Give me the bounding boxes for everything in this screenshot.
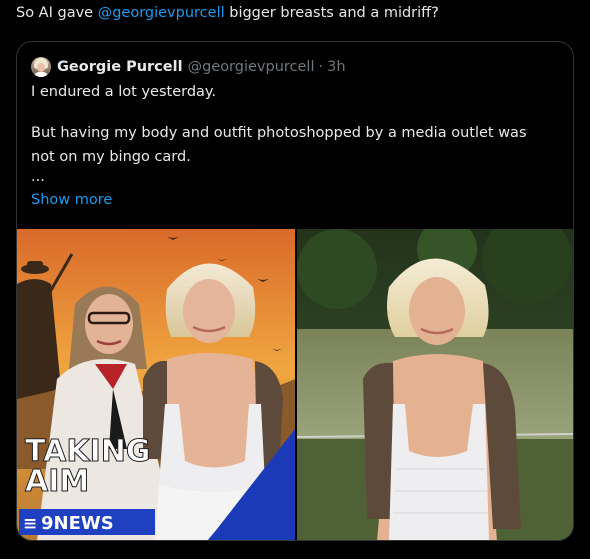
edited-news-photo[interactable]: TAKING AIM ≡ 9NEWS	[17, 229, 295, 540]
post-timestamp[interactable]: 3h	[327, 59, 345, 75]
caption-line-2: AIM	[25, 464, 89, 499]
author-handle[interactable]: @georgievpurcell	[188, 59, 315, 75]
post-text-prefix: So AI gave	[16, 5, 98, 21]
quote-line: I endured a lot yesterday.	[31, 84, 217, 100]
news-logo: 9NEWS	[41, 513, 114, 534]
news-logo-mark: ≡	[23, 514, 37, 534]
avatar[interactable]	[31, 57, 51, 77]
show-more-link[interactable]: Show more	[31, 192, 112, 208]
post-text: So AI gave @georgievpurcell bigger breas…	[16, 5, 439, 21]
separator-dot: ·	[318, 59, 324, 75]
quote-line: But having my body and outfit photoshopp…	[31, 125, 527, 141]
original-photo[interactable]	[297, 229, 573, 540]
quoted-post-card[interactable]: Georgie Purcell @georgievpurcell · 3h I …	[16, 41, 574, 541]
mention-link[interactable]: @georgievpurcell	[98, 5, 225, 21]
quoted-post-header: Georgie Purcell @georgievpurcell · 3h	[31, 56, 346, 78]
quote-line: not on my bingo card.	[31, 149, 191, 165]
author-name[interactable]: Georgie Purcell	[57, 59, 183, 75]
quote-line: ...	[31, 169, 45, 185]
post-text-suffix: bigger breasts and a midriff?	[224, 5, 439, 21]
